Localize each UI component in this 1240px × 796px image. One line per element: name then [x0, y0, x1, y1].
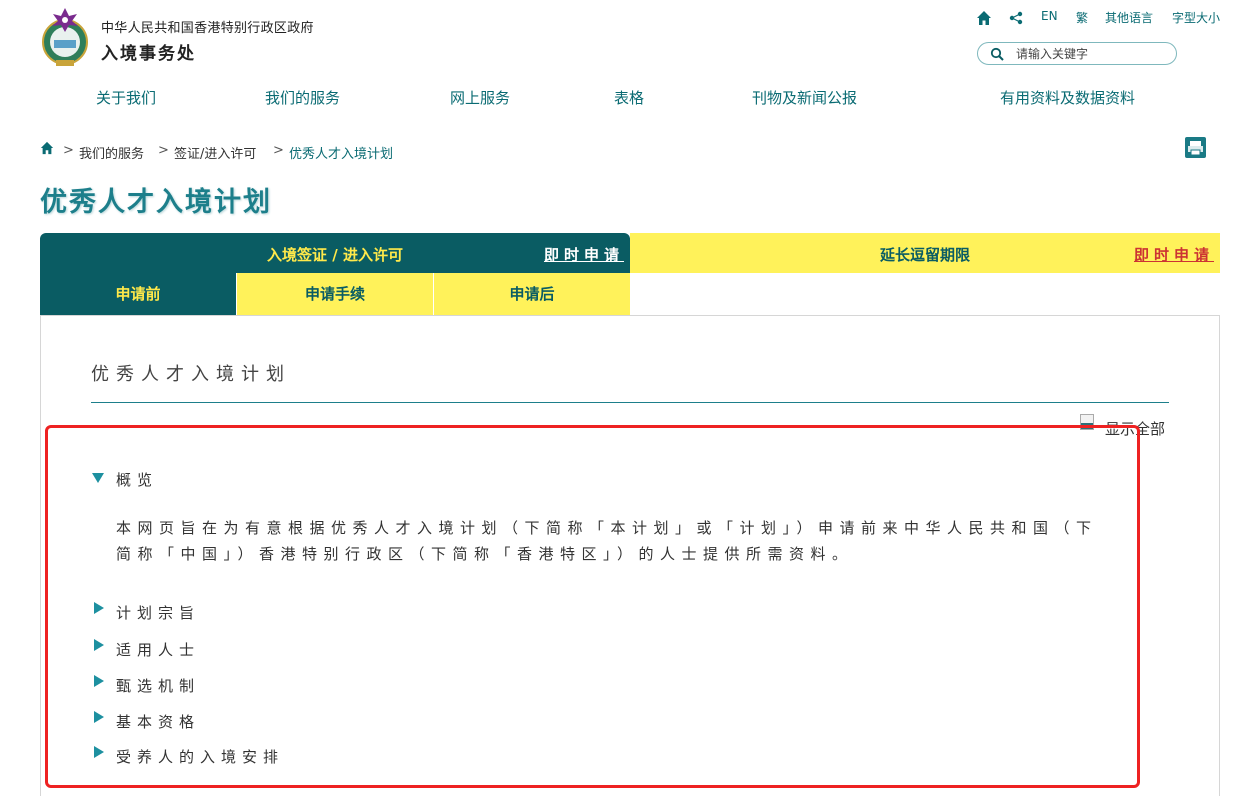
breadcrumb-separator: > [273, 143, 284, 158]
nav-useful-info-statistics[interactable]: 有用资料及数据资料 [1000, 87, 1135, 109]
tab-visa-entry-permit-label: 入境签证 / 进入许可 [267, 246, 403, 264]
other-languages-link[interactable]: 其他语言 [1105, 9, 1153, 27]
page-title: 优秀人才入境计划 [40, 187, 272, 218]
print-icon[interactable] [1185, 137, 1206, 158]
government-name: 中华人民共和国香港特别行政区政府 [101, 21, 314, 36]
nav-our-services[interactable]: 我们的服务 [265, 87, 340, 109]
tab-extension-of-stay[interactable]: 延长逗留期限 即时申请 [630, 233, 1220, 273]
hksar-emblem-icon [42, 8, 88, 66]
traditional-chinese-link[interactable]: 繁 [1076, 9, 1088, 27]
breadcrumb-visa-entry-permit[interactable]: 签证/进入许可 [174, 143, 256, 162]
subtab-before-application[interactable]: 申请前 [40, 273, 236, 315]
english-link[interactable]: EN [1041, 9, 1058, 27]
nav-about-us[interactable]: 关于我们 [96, 87, 156, 109]
search-box [977, 42, 1177, 65]
tab-extension-of-stay-label: 延长逗留期限 [879, 246, 970, 264]
tab-visa-entry-permit[interactable]: 入境签证 / 进入许可 即时申请 [40, 233, 630, 273]
section-title: 优秀人才入境计划 [91, 364, 291, 385]
breadcrumb-home-icon[interactable] [40, 141, 54, 155]
page: 中华人民共和国香港特别行政区政府 入境事务处 EN 繁 其他语言 字型大小 关于… [0, 0, 1240, 796]
breadcrumb-separator: > [63, 143, 74, 158]
section-divider [91, 402, 1169, 403]
breadcrumb-separator: > [158, 143, 169, 158]
subtab-application-procedure[interactable]: 申请手续 [237, 273, 433, 315]
nav-online-services[interactable]: 网上服务 [450, 87, 510, 109]
search-icon[interactable] [990, 47, 1004, 61]
breadcrumb-our-services[interactable]: 我们的服务 [79, 143, 144, 162]
header: 中华人民共和国香港特别行政区政府 入境事务处 EN 繁 其他语言 字型大小 [0, 0, 1240, 80]
nav-publications-press[interactable]: 刊物及新闻公报 [752, 87, 857, 109]
apply-now-link-visa[interactable]: 即时申请 [544, 244, 624, 265]
breadcrumb-current: 优秀人才入境计划 [289, 147, 394, 162]
department-name: 入境事务处 [101, 44, 196, 64]
nav-forms[interactable]: 表格 [614, 87, 644, 109]
share-icon[interactable] [1009, 9, 1023, 27]
subtab-after-application[interactable]: 申请后 [434, 273, 630, 315]
apply-now-link-extension[interactable]: 即时申请 [1134, 244, 1214, 265]
font-size-link[interactable]: 字型大小 [1172, 9, 1220, 27]
home-icon[interactable] [976, 9, 992, 27]
search-input[interactable] [1016, 45, 1166, 63]
highlight-frame [45, 425, 1140, 788]
